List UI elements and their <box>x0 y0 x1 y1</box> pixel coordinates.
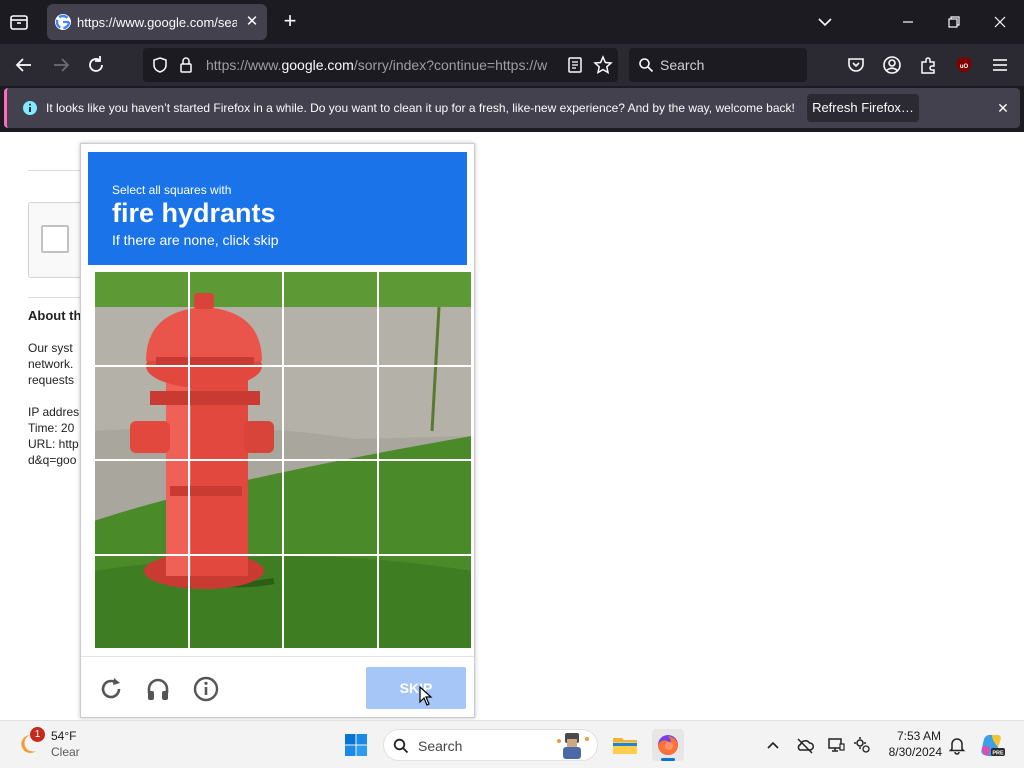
notification-bell-icon[interactable] <box>947 735 967 755</box>
forward-arrow-icon[interactable] <box>50 54 72 76</box>
copilot-icon[interactable]: PRE <box>978 731 1006 759</box>
grid-tile[interactable] <box>377 271 472 366</box>
challenge-instruction: Select all squares with <box>112 183 232 197</box>
grid-tile[interactable] <box>94 554 189 649</box>
grid-tile[interactable] <box>94 271 189 366</box>
body-line: IP addres <box>28 405 80 419</box>
account-icon[interactable] <box>881 54 903 76</box>
windows-taskbar: 1 54°F Clear Search 7:53 AM 8/30/2024 PR… <box>0 720 1024 768</box>
weather-badge: 1 <box>30 727 45 742</box>
grid-tile[interactable] <box>377 460 472 555</box>
tab-bar: https://www.google.com/sear ✕ + <box>0 0 1024 44</box>
list-all-tabs-icon[interactable] <box>815 12 835 32</box>
restore-icon[interactable] <box>944 12 964 32</box>
challenge-hint: If there are none, click skip <box>112 232 279 248</box>
grid-tile[interactable] <box>188 460 283 555</box>
tab-list-icon[interactable] <box>8 11 30 33</box>
weather-temp[interactable]: 54°F <box>51 729 76 743</box>
tab-title: https://www.google.com/sear <box>77 15 237 30</box>
search-bar[interactable]: Search <box>629 48 807 82</box>
divider <box>28 170 88 171</box>
new-tab-icon[interactable]: + <box>279 10 301 33</box>
reload-icon[interactable] <box>85 54 107 76</box>
network-settings-icon[interactable] <box>852 735 872 755</box>
challenge-image-grid <box>94 271 472 649</box>
search-highlight-icon <box>554 731 592 759</box>
reader-view-icon[interactable] <box>566 56 584 74</box>
close-window-icon[interactable] <box>990 12 1010 32</box>
recaptcha-checkbox[interactable] <box>41 225 69 253</box>
recaptcha-box <box>28 202 88 278</box>
search-icon <box>638 57 654 73</box>
info-icon <box>22 100 38 116</box>
grid-tile[interactable] <box>94 365 189 460</box>
search-icon <box>393 738 409 754</box>
pocket-icon[interactable] <box>845 54 867 76</box>
challenge-header: Select all squares with fire hydrants If… <box>88 152 467 265</box>
grid-tile[interactable] <box>377 365 472 460</box>
grid-tile[interactable] <box>377 554 472 649</box>
bookmark-star-icon[interactable] <box>593 55 613 75</box>
grid-tile[interactable] <box>94 460 189 555</box>
display-icon[interactable] <box>826 735 846 755</box>
body-line: d&q=goo <box>28 453 77 467</box>
menu-icon[interactable] <box>989 54 1011 76</box>
notification-close-icon[interactable]: ✕ <box>993 98 1013 118</box>
grid-tile[interactable] <box>283 554 378 649</box>
skip-button[interactable]: SKIP <box>366 667 466 709</box>
ublock-origin-icon[interactable]: uO <box>953 54 975 76</box>
navigation-bar: https://www.google.com/sorry/index?conti… <box>0 44 1024 86</box>
search-placeholder: Search <box>660 57 705 73</box>
taskbar-search[interactable]: Search <box>383 729 598 761</box>
svg-text:PRE: PRE <box>992 751 1004 757</box>
clock-date[interactable]: 8/30/2024 <box>884 745 942 759</box>
challenge-target: fire hydrants <box>112 198 276 228</box>
url-text[interactable]: https://www.google.com/sorry/index?conti… <box>206 57 559 73</box>
tab-close-icon[interactable]: ✕ <box>243 13 261 31</box>
divider <box>28 297 88 298</box>
lock-icon[interactable] <box>177 56 195 74</box>
back-arrow-icon[interactable] <box>13 54 35 76</box>
grid-tile[interactable] <box>283 365 378 460</box>
weather-condition[interactable]: Clear <box>51 745 80 759</box>
onedrive-offline-icon[interactable] <box>795 735 815 755</box>
reload-challenge-icon[interactable] <box>97 675 125 703</box>
grid-tile[interactable] <box>188 271 283 366</box>
body-line: URL: http <box>28 437 79 451</box>
svg-text:uO: uO <box>960 64 969 70</box>
url-bar[interactable]: https://www.google.com/sorry/index?conti… <box>143 48 618 82</box>
body-line: Time: 20 <box>28 421 75 435</box>
body-line: network. <box>28 357 74 371</box>
mouse-cursor-icon <box>419 685 433 706</box>
grid-tile[interactable] <box>188 365 283 460</box>
grid-tile[interactable] <box>283 271 378 366</box>
notification-bar: It looks like you haven’t started Firefo… <box>4 88 1020 128</box>
extensions-icon[interactable] <box>917 54 939 76</box>
grid-tile[interactable] <box>188 554 283 649</box>
windows-start-icon[interactable] <box>344 733 368 757</box>
body-line: Our syst <box>28 341 73 355</box>
grid-tile[interactable] <box>283 460 378 555</box>
challenge-footer: SKIP <box>81 656 474 718</box>
firefox-taskbar-icon[interactable] <box>652 729 684 761</box>
about-heading: About th <box>28 308 82 323</box>
body-line: requests <box>28 373 75 387</box>
file-explorer-icon[interactable] <box>609 729 641 761</box>
refresh-firefox-button[interactable]: Refresh Firefox… <box>807 94 919 122</box>
minimize-icon[interactable] <box>898 12 918 32</box>
audio-challenge-icon[interactable] <box>144 675 172 703</box>
taskbar-search-placeholder: Search <box>418 738 463 754</box>
help-info-icon[interactable] <box>192 675 220 703</box>
notification-message: It looks like you haven’t started Firefo… <box>46 101 795 115</box>
clock-time[interactable]: 7:53 AM <box>889 729 941 743</box>
google-icon <box>55 14 71 30</box>
recaptcha-challenge: Select all squares with fire hydrants If… <box>80 143 475 718</box>
browser-tab[interactable]: https://www.google.com/sear ✕ <box>47 4 267 40</box>
tray-chevron-up-icon[interactable] <box>763 735 783 755</box>
shield-icon[interactable] <box>151 56 169 74</box>
